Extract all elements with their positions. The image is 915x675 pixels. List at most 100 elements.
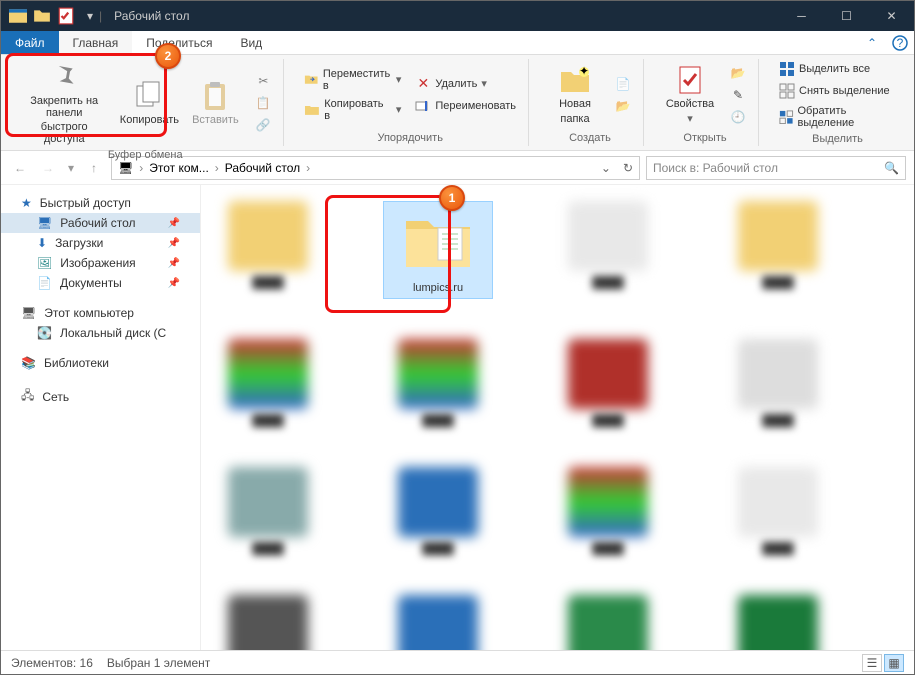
new-folder-button[interactable]: ✦ Новаяпапка	[545, 62, 605, 126]
cut-button[interactable]: ✂	[251, 71, 275, 91]
content-area[interactable]: 1 ████lumpics.ru████████████████████████…	[201, 185, 914, 650]
star-icon: ★	[21, 196, 32, 210]
file-item[interactable]: ████	[383, 467, 493, 555]
sidebar-local-disk[interactable]: 💽Локальный диск (C	[1, 323, 200, 343]
rename-button[interactable]: Переименовать	[411, 96, 520, 116]
tab-view[interactable]: Вид	[226, 31, 276, 54]
invert-icon	[779, 109, 794, 125]
easy-access-icon: 📂	[615, 98, 631, 114]
tab-file[interactable]: Файл	[1, 31, 59, 54]
properties-button[interactable]: Свойства▾	[660, 62, 720, 126]
sidebar-quick-access[interactable]: ★Быстрый доступ	[1, 193, 200, 213]
select-none-button[interactable]: Снять выделение	[775, 81, 900, 101]
paste-shortcut-button[interactable]: 🔗	[251, 115, 275, 135]
delete-icon: ✕	[415, 76, 431, 92]
addr-dropdown[interactable]: ⌄	[601, 161, 611, 175]
copy-to-button[interactable]: Копировать в ▾	[300, 96, 405, 124]
breadcrumb-root[interactable]: Этот ком...	[149, 161, 209, 175]
file-item[interactable]: ████	[723, 201, 833, 299]
file-item[interactable]: ████	[213, 467, 323, 555]
sidebar-network[interactable]: 🖧Сеть	[1, 383, 200, 410]
minimize-button[interactable]: ─	[779, 1, 824, 31]
up-button[interactable]: ↑	[83, 157, 105, 179]
status-selected: Выбран 1 элемент	[107, 656, 210, 670]
select-none-icon	[779, 83, 795, 99]
desktop-icon: 🖥	[37, 216, 52, 230]
group-label-organize: Упорядочить	[377, 132, 442, 144]
open-button[interactable]: 📂	[726, 63, 750, 83]
disk-icon: 💽	[37, 326, 52, 340]
status-count-label: Элементов: 16	[11, 656, 93, 670]
file-item[interactable]: ████	[723, 339, 833, 427]
window-title: Рабочий стол	[114, 9, 189, 23]
folder-icon	[33, 7, 51, 25]
history-icon: 🕘	[730, 109, 746, 125]
file-item[interactable]: ████	[553, 595, 663, 650]
invert-selection-button[interactable]: Обратить выделение	[775, 103, 900, 131]
file-item[interactable]: ████	[553, 467, 663, 555]
recent-dropdown[interactable]: ▾	[65, 157, 77, 179]
pin-quick-access-button[interactable]: Закрепить на панели быстрого доступа	[15, 59, 113, 147]
copyto-icon	[304, 102, 320, 118]
new-item-button[interactable]: 📄	[611, 74, 635, 94]
search-box[interactable]: Поиск в: Рабочий стол 🔍	[646, 156, 906, 180]
address-bar[interactable]: 🖥 › Этот ком... › Рабочий стол › ⌄ ↻	[111, 156, 640, 180]
file-item[interactable]: ████	[213, 201, 323, 299]
copy-icon	[133, 80, 165, 112]
group-label-clipboard: Буфер обмена	[108, 149, 183, 161]
breadcrumb-current[interactable]: Рабочий стол	[225, 161, 300, 175]
sidebar-downloads[interactable]: ⬇Загрузки📌	[1, 233, 200, 253]
back-button[interactable]: ←	[9, 157, 31, 179]
copy-button[interactable]: Копировать	[119, 78, 179, 128]
sidebar-documents[interactable]: 📄Документы📌	[1, 273, 200, 293]
select-all-button[interactable]: Выделить все	[775, 59, 900, 79]
maximize-button[interactable]: ☐	[824, 1, 869, 31]
paste-button[interactable]: Вставить	[185, 78, 245, 128]
edit-icon: ✎	[730, 87, 746, 103]
forward-button[interactable]: →	[37, 157, 59, 179]
edit-button[interactable]: ✎	[726, 85, 750, 105]
pin-icon: 📌	[168, 278, 180, 289]
sidebar-pictures[interactable]: 🖼Изображения📌	[1, 253, 200, 273]
svg-text:✦: ✦	[579, 64, 589, 78]
scissors-icon: ✂	[255, 73, 271, 89]
new-folder-icon: ✦	[559, 64, 591, 96]
file-item[interactable]: ████	[213, 595, 323, 650]
network-icon: 🖧	[21, 386, 34, 407]
sidebar-libraries[interactable]: 📚Библиотеки	[1, 353, 200, 373]
folder-lumpics[interactable]: lumpics.ru	[383, 201, 493, 299]
move-icon	[304, 72, 318, 88]
qat-dropdown[interactable]: ▾	[81, 7, 99, 25]
easy-access-button[interactable]: 📂	[611, 96, 635, 116]
download-icon: ⬇	[37, 236, 47, 250]
rename-icon	[415, 98, 431, 114]
file-item[interactable]: ████	[723, 595, 833, 650]
open-icon: 📂	[730, 65, 746, 81]
tab-home[interactable]: Главная	[59, 31, 133, 54]
close-button[interactable]: ✕	[869, 1, 914, 31]
move-to-button[interactable]: Переместить в ▾	[300, 66, 405, 94]
file-item[interactable]: ████	[553, 201, 663, 299]
sidebar-this-pc[interactable]: 🖥Этот компьютер	[1, 303, 200, 323]
file-item[interactable]: ████	[213, 339, 323, 427]
pc-icon: 🖥	[21, 306, 36, 320]
search-icon: 🔍	[884, 161, 899, 175]
properties-qat-icon[interactable]	[57, 7, 75, 25]
callout-2: 2	[155, 43, 181, 69]
copy-path-button[interactable]: 📋	[251, 93, 275, 113]
shortcut-icon: 🔗	[255, 117, 271, 133]
view-details-button[interactable]: ☰	[862, 654, 882, 672]
history-button[interactable]: 🕘	[726, 107, 750, 127]
file-item[interactable]: ████	[723, 467, 833, 555]
refresh-button[interactable]: ↻	[623, 161, 633, 175]
delete-button[interactable]: ✕Удалить ▾	[411, 74, 520, 94]
collapse-ribbon-button[interactable]: ⌃	[858, 31, 886, 54]
help-button[interactable]: ?	[886, 31, 914, 54]
status-bar: Элементов: 16 Выбран 1 элемент ☰ ▦	[1, 650, 914, 674]
path-icon: 📋	[255, 95, 271, 111]
file-item[interactable]: ████	[553, 339, 663, 427]
view-icons-button[interactable]: ▦	[884, 654, 904, 672]
file-item[interactable]: ████	[383, 595, 493, 650]
file-item[interactable]: ████	[383, 339, 493, 427]
sidebar-desktop[interactable]: 🖥Рабочий стол📌	[1, 213, 200, 233]
